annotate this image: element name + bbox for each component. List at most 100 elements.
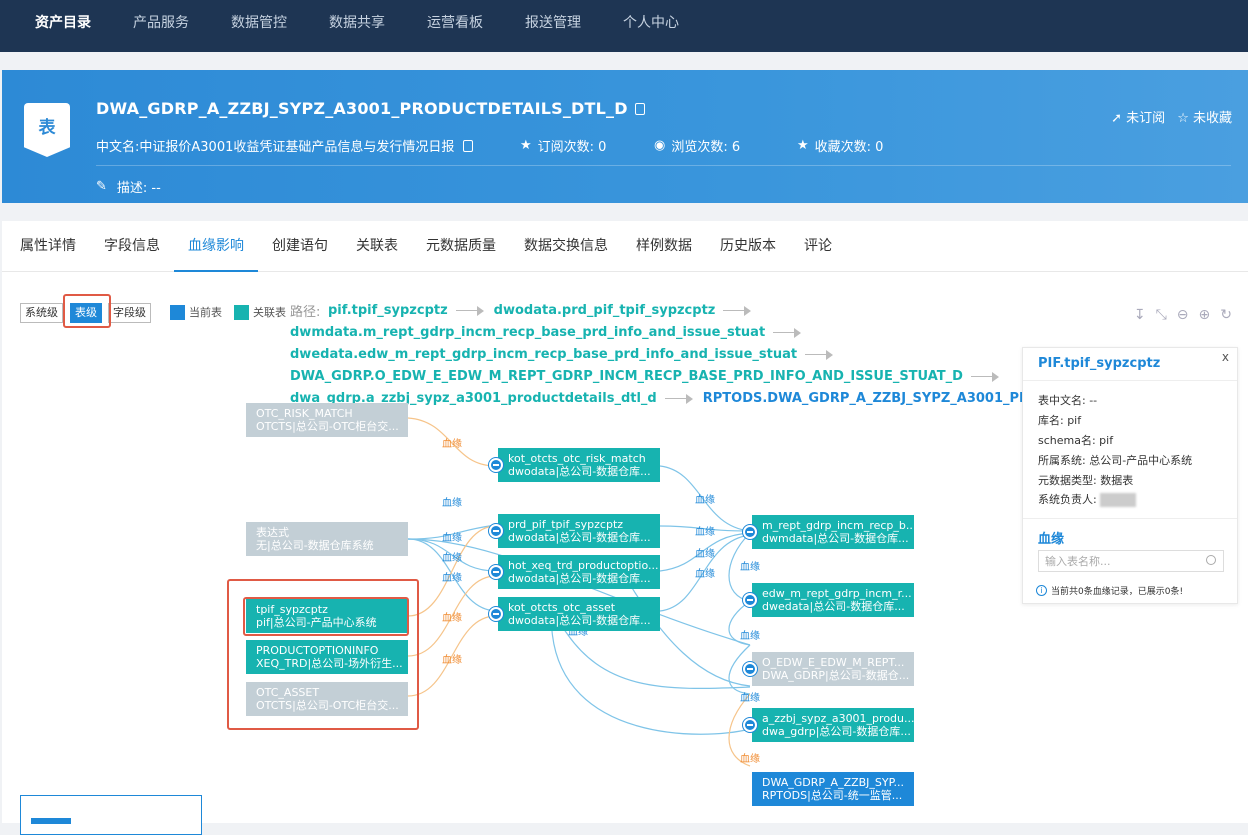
top-nav: 资产目录 产品服务 数据管控 数据共享 运营看板 报送管理 个人中心 bbox=[0, 0, 1248, 52]
lineage-node[interactable]: edw_m_rept_gdrp_incm_r... dwedata|总公司-数据… bbox=[752, 583, 914, 617]
zoom-out-icon[interactable]: ⊖ bbox=[1177, 307, 1189, 323]
subscribe-button[interactable]: ➚ 未订阅 bbox=[1111, 107, 1165, 126]
lineage-node[interactable]: O_EDW_E_EDW_M_REPT... DWA_GDRP|总公司-数据仓..… bbox=[752, 652, 914, 686]
node-name: kot_otcts_otc_risk_match bbox=[508, 452, 646, 465]
lineage-node[interactable]: m_rept_gdrp_incm_recp_b... dwmdata|总公司-数… bbox=[752, 515, 914, 549]
arrow-right-icon bbox=[970, 371, 1001, 382]
info-divider bbox=[1023, 518, 1237, 519]
node-name: kot_otcts_otc_asset bbox=[508, 601, 616, 614]
info-system: 所属系统: 总公司-产品中心系统 bbox=[1038, 454, 1193, 467]
copy-icon[interactable] bbox=[634, 103, 645, 115]
lineage-node[interactable]: kot_otcts_otc_risk_match dwodata|总公司-数据仓… bbox=[498, 448, 660, 482]
close-icon[interactable]: x bbox=[1222, 350, 1229, 364]
main-panel: 属性详情 字段信息 血缘影响 创建语句 关联表 元数据质量 数据交换信息 样例数… bbox=[2, 221, 1248, 835]
edge-label: 血缘 bbox=[740, 562, 760, 573]
edge-label: 血缘 bbox=[740, 754, 760, 765]
node-name: hot_xeq_trd_productoptio... bbox=[508, 559, 659, 572]
info-owner: 系统负责人: bbox=[1038, 493, 1097, 506]
fullscreen-icon[interactable]: ⤡ bbox=[1156, 307, 1167, 323]
pin-icon: ➚ bbox=[1111, 111, 1123, 126]
node-name: edw_m_rept_gdrp_incm_r... bbox=[762, 587, 912, 600]
level-field-button[interactable]: 字段级 bbox=[108, 303, 151, 323]
tab-data-exchange[interactable]: 数据交换信息 bbox=[510, 221, 622, 272]
collapse-toggle-icon[interactable] bbox=[743, 525, 757, 539]
nav-data-control[interactable]: 数据管控 bbox=[210, 0, 308, 52]
star-outline-icon: ☆ bbox=[1177, 111, 1189, 126]
tab-history[interactable]: 历史版本 bbox=[706, 221, 790, 272]
minimap[interactable] bbox=[20, 795, 202, 835]
copy-icon[interactable] bbox=[463, 139, 474, 152]
lineage-node[interactable]: OTC_RISK_MATCH OTCTS|总公司-OTC柜台交... bbox=[246, 403, 408, 437]
path-item[interactable]: DWA_GDRP.O_EDW_E_EDW_M_REPT_GDRP_INCM_RE… bbox=[290, 369, 963, 384]
collapse-toggle-icon[interactable] bbox=[489, 524, 503, 538]
lineage-node-current[interactable]: DWA_GDRP_A_ZZBJ_SYP... RPTODS|总公司-统一监管..… bbox=[752, 772, 914, 806]
edge-label: 血缘 bbox=[442, 439, 462, 450]
tab-fields[interactable]: 字段信息 bbox=[90, 221, 174, 272]
collapse-toggle-icon[interactable] bbox=[743, 718, 757, 732]
path-label: 路径: bbox=[290, 305, 321, 320]
nav-ops-board[interactable]: 运营看板 bbox=[406, 0, 504, 52]
eye-icon: ◉ bbox=[654, 138, 666, 153]
lineage-node[interactable]: a_zzbj_sypz_a3001_produ... dwa_gdrp|总公司-… bbox=[752, 708, 914, 742]
collapse-toggle-icon[interactable] bbox=[489, 458, 503, 472]
path-row-2: dwmdata.m_rept_gdrp_incm_recp_base_prd_i… bbox=[290, 325, 803, 340]
tab-create-sql[interactable]: 创建语句 bbox=[258, 221, 342, 272]
tab-related-tables[interactable]: 关联表 bbox=[342, 221, 412, 272]
nav-report-mgmt[interactable]: 报送管理 bbox=[504, 0, 602, 52]
favorite-label: 未收藏 bbox=[1192, 111, 1232, 126]
lineage-node[interactable]: kot_otcts_otc_asset dwodata|总公司-数据仓库... bbox=[498, 597, 660, 631]
info-schema: schema名: pif bbox=[1038, 434, 1114, 447]
download-icon[interactable]: ↧ bbox=[1134, 307, 1146, 323]
lineage-node[interactable]: prd_pif_tpif_sypzcptz dwodata|总公司-数据仓库..… bbox=[498, 514, 660, 548]
tab-attributes[interactable]: 属性详情 bbox=[2, 221, 90, 272]
table-type-badge: 表 bbox=[24, 103, 70, 157]
arrow-right-icon bbox=[455, 305, 486, 316]
nav-personal-center[interactable]: 个人中心 bbox=[602, 0, 700, 52]
subscribe-label: 未订阅 bbox=[1126, 111, 1166, 126]
lineage-node[interactable]: hot_xeq_trd_productoptio... dwodata|总公司-… bbox=[498, 555, 660, 589]
node-name: OTC_RISK_MATCH bbox=[256, 407, 353, 420]
tab-lineage[interactable]: 血缘影响 bbox=[174, 221, 258, 272]
legend-related-label: 关联表 bbox=[253, 306, 286, 319]
search-icon[interactable] bbox=[1206, 555, 1216, 565]
node-system: dwodata|总公司-数据仓库... bbox=[508, 531, 651, 544]
description: ✎ 描述: -- bbox=[96, 177, 161, 196]
level-system-button[interactable]: 系统级 bbox=[20, 303, 63, 323]
collapse-toggle-icon[interactable] bbox=[489, 607, 503, 621]
tab-comments[interactable]: 评论 bbox=[790, 221, 846, 272]
star-icon: ★ bbox=[797, 138, 809, 153]
lineage-search-input[interactable] bbox=[1038, 550, 1224, 572]
collapse-toggle-icon[interactable] bbox=[743, 593, 757, 607]
node-name: a_zzbj_sypz_a3001_produ... bbox=[762, 712, 914, 725]
nav-asset-catalog[interactable]: 资产目录 bbox=[0, 0, 112, 52]
edge-label: 血缘 bbox=[695, 495, 715, 506]
lineage-node[interactable]: 表达式 无|总公司-数据仓库系统 bbox=[246, 522, 408, 556]
edge-label: 血缘 bbox=[442, 655, 462, 666]
table-header-card: 表 DWA_GDRP_A_ZZBJ_SYPZ_A3001_PRODUCTDETA… bbox=[2, 70, 1248, 203]
favorite-button[interactable]: ☆ 未收藏 bbox=[1177, 107, 1232, 126]
redacted-block bbox=[1100, 493, 1137, 507]
detail-tabs: 属性详情 字段信息 血缘影响 创建语句 关联表 元数据质量 数据交换信息 样例数… bbox=[2, 221, 1248, 272]
nav-data-share[interactable]: 数据共享 bbox=[308, 0, 406, 52]
node-system: dwedata|总公司-数据仓库... bbox=[762, 600, 905, 613]
path-item[interactable]: pif.tpif_sypzcptz bbox=[328, 303, 448, 318]
tab-metadata-quality[interactable]: 元数据质量 bbox=[412, 221, 510, 272]
collapse-toggle-icon[interactable] bbox=[489, 565, 503, 579]
zoom-in-icon[interactable]: ⊕ bbox=[1199, 307, 1211, 323]
node-name: O_EDW_E_EDW_M_REPT... bbox=[762, 656, 905, 669]
info-title: PIF.tpif_sypzcptz bbox=[1038, 356, 1161, 371]
collapse-toggle-icon[interactable] bbox=[743, 662, 757, 676]
node-system: RPTODS|总公司-统一监管... bbox=[762, 789, 903, 802]
nav-product-service[interactable]: 产品服务 bbox=[112, 0, 210, 52]
path-item[interactable]: dwmdata.m_rept_gdrp_incm_recp_base_prd_i… bbox=[290, 325, 765, 340]
path-row-4: DWA_GDRP.O_EDW_E_EDW_M_REPT_GDRP_INCM_RE… bbox=[290, 369, 1001, 384]
highlight-box bbox=[243, 597, 409, 636]
path-item[interactable]: dwedata.edw_m_rept_gdrp_incm_recp_base_p… bbox=[290, 347, 797, 362]
refresh-icon[interactable]: ↻ bbox=[1220, 307, 1232, 323]
edge-label: 血缘 bbox=[442, 553, 462, 564]
node-name: m_rept_gdrp_incm_recp_b... bbox=[762, 519, 914, 532]
path-item[interactable]: dwodata.prd_pif_tpif_sypzcptz bbox=[494, 303, 716, 318]
info-cn-name: 表中文名: -- bbox=[1038, 394, 1098, 407]
info-meta-type: 元数据类型: 数据表 bbox=[1038, 474, 1134, 487]
tab-sample-data[interactable]: 样例数据 bbox=[622, 221, 706, 272]
